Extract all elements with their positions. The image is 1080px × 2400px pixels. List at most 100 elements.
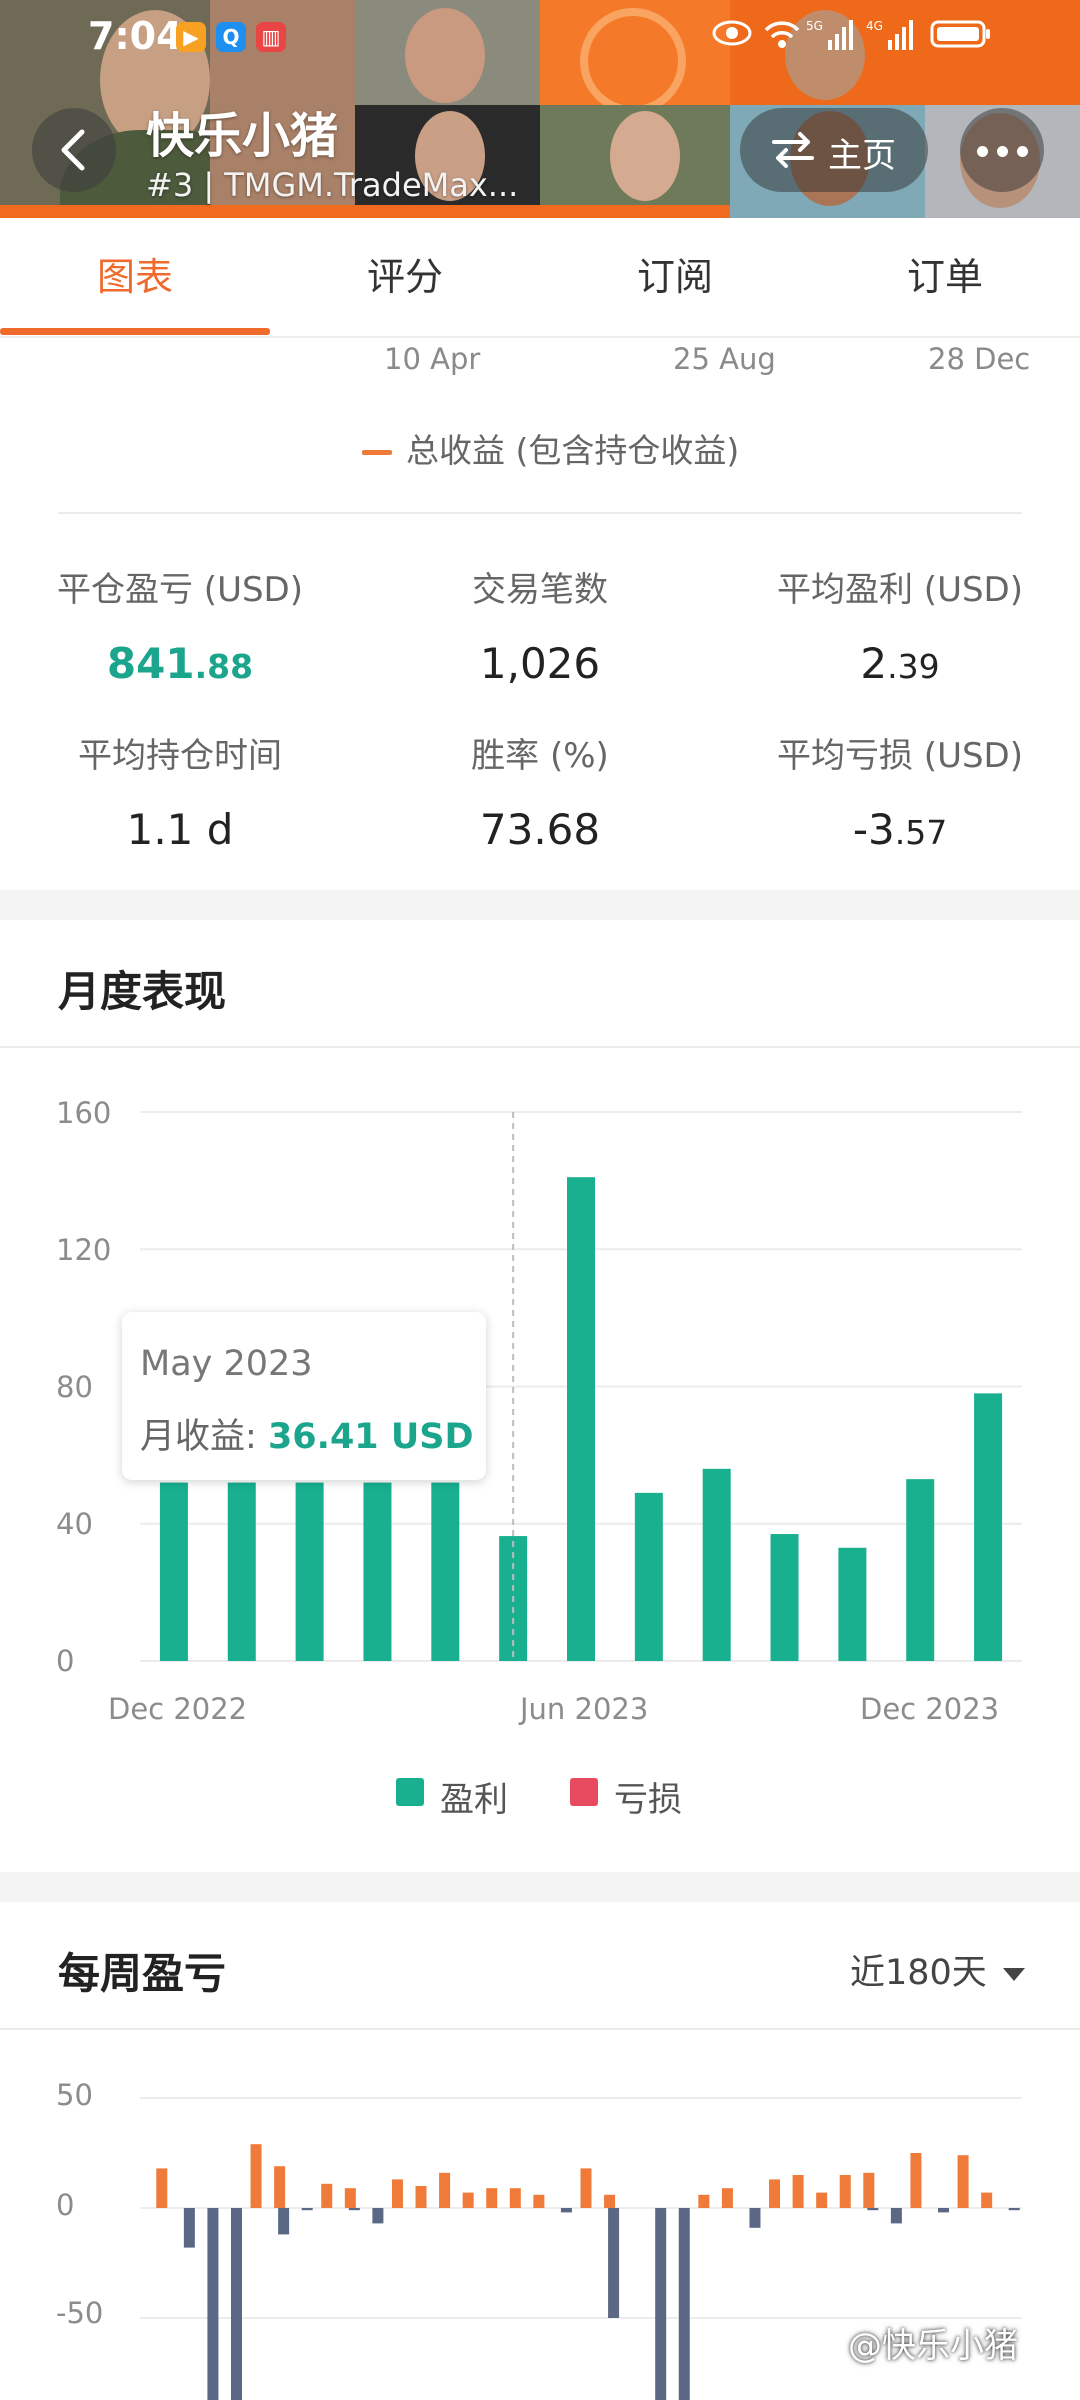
tooltip-month: May 2023 bbox=[140, 1344, 313, 1384]
weekly-profit-bar[interactable] bbox=[910, 2153, 922, 2208]
tooltip-value-row: 月收益: 36.41 USD bbox=[140, 1417, 474, 1457]
weekly-loss-bar[interactable] bbox=[678, 2208, 690, 2400]
eye-icon bbox=[712, 18, 752, 55]
weekly-loss-bar[interactable] bbox=[1008, 2208, 1020, 2211]
weekly-loss-bar[interactable] bbox=[348, 2208, 360, 2211]
monthly-bar[interactable] bbox=[567, 1177, 595, 1661]
weekly-loss-bar[interactable] bbox=[867, 2208, 879, 2211]
weekly-loss-bar[interactable] bbox=[207, 2208, 219, 2400]
avatar-tile bbox=[540, 0, 730, 105]
legend-loss-label: 亏损 bbox=[614, 1780, 682, 1820]
video-app-icon: ▶ bbox=[176, 22, 206, 52]
weekly-loss-bar[interactable] bbox=[230, 2208, 242, 2400]
tab-rating[interactable]: 评分 bbox=[270, 218, 540, 336]
weekly-profit-bar[interactable] bbox=[698, 2194, 710, 2208]
divider bbox=[0, 2028, 1080, 2030]
weekly-profit-bar[interactable] bbox=[439, 2172, 451, 2208]
weekly-loss-bar[interactable] bbox=[301, 2208, 313, 2211]
monthly-bar[interactable] bbox=[702, 1468, 731, 1661]
weekly-profit-bar[interactable] bbox=[391, 2179, 403, 2208]
profile-name: 快乐小猪 bbox=[146, 108, 339, 164]
stat-avg-profit: 平均盈利 (USD) 2.39 bbox=[720, 562, 1080, 688]
avatar-tile bbox=[540, 105, 730, 218]
monthly-bar[interactable] bbox=[906, 1479, 935, 1661]
weekly-profit-bar[interactable] bbox=[839, 2175, 851, 2208]
watermark: @快乐小猪 bbox=[848, 2326, 1018, 2366]
weekly-profit-bar[interactable] bbox=[462, 2192, 474, 2208]
search-app-icon: Q bbox=[216, 22, 246, 52]
stat-label: 胜率 (%) bbox=[471, 736, 609, 776]
stat-avg-hold-time: 平均持仓时间 1.1 d bbox=[0, 728, 360, 854]
weekly-loss-bar[interactable] bbox=[890, 2208, 902, 2224]
weekly-profit-bar[interactable] bbox=[816, 2192, 828, 2208]
profile-header: 7:04 ▶ Q ▥ 5G 4G 快乐小猪 #3 | TMGM.TradeMax… bbox=[0, 0, 1080, 218]
equity-x-tick: 28 Dec bbox=[928, 342, 1031, 376]
monthly-bar[interactable] bbox=[838, 1547, 867, 1661]
tab-subscribe[interactable]: 订阅 bbox=[540, 218, 810, 336]
tab-orders[interactable]: 订单 bbox=[810, 218, 1080, 336]
total-return-legend-label: 总收益 (包含持仓收益) bbox=[406, 431, 740, 470]
home-button[interactable]: 主页 bbox=[740, 108, 928, 192]
weekly-profit-bar[interactable] bbox=[604, 2194, 616, 2208]
monthly-bar[interactable] bbox=[159, 1482, 188, 1661]
weekly-profit-bar[interactable] bbox=[486, 2188, 498, 2208]
stat-label: 平仓盈亏 (USD) bbox=[57, 570, 303, 610]
legend-line-swatch bbox=[362, 450, 392, 455]
weekly-profit-bar[interactable] bbox=[863, 2172, 875, 2208]
weekly-profit-bar[interactable] bbox=[981, 2192, 993, 2208]
signal-4g-icon: 4G bbox=[866, 18, 914, 59]
monthly-bar[interactable] bbox=[227, 1482, 256, 1661]
stat-value: 1.1 d bbox=[126, 805, 234, 854]
monthly-bar[interactable] bbox=[634, 1492, 663, 1661]
active-tab-indicator bbox=[0, 328, 270, 335]
wifi-icon bbox=[762, 18, 802, 57]
more-button[interactable] bbox=[960, 108, 1044, 192]
weekly-title: 每周盈亏 bbox=[58, 1949, 227, 1998]
legend-profit-label: 盈利 bbox=[440, 1780, 508, 1820]
tab-chart[interactable]: 图表 bbox=[0, 218, 270, 336]
stat-win-rate: 胜率 (%) 73.68 bbox=[360, 728, 720, 854]
weekly-profit-bar[interactable] bbox=[533, 2194, 545, 2208]
weekly-profit-bar[interactable] bbox=[957, 2155, 969, 2208]
weekly-profit-bar[interactable] bbox=[792, 2175, 804, 2208]
weekly-loss-bar[interactable] bbox=[749, 2208, 761, 2228]
weekly-profit-bar[interactable] bbox=[580, 2168, 592, 2208]
x-tick-label: Dec 2022 bbox=[108, 1692, 248, 1726]
monthly-bar[interactable] bbox=[974, 1393, 1003, 1661]
stat-avg-loss: 平均亏损 (USD) -3.57 bbox=[720, 728, 1080, 854]
weekly-profit-bar[interactable] bbox=[274, 2166, 286, 2208]
monthly-bar[interactable] bbox=[770, 1534, 799, 1661]
divider bbox=[58, 512, 1022, 514]
weekly-loss-bar[interactable] bbox=[655, 2208, 667, 2400]
legend-loss-swatch bbox=[570, 1778, 598, 1806]
home-button-label: 主页 bbox=[828, 136, 896, 176]
weekly-profit-bar[interactable] bbox=[509, 2188, 521, 2208]
monthly-bar[interactable] bbox=[363, 1482, 392, 1661]
back-button[interactable] bbox=[32, 108, 116, 192]
weekly-loss-bar[interactable] bbox=[278, 2208, 290, 2235]
monthly-bar[interactable] bbox=[295, 1482, 324, 1661]
weekly-loss-bar[interactable] bbox=[560, 2208, 572, 2213]
weekly-profit-bar[interactable] bbox=[769, 2179, 781, 2208]
stat-value: 73.68 bbox=[479, 805, 601, 854]
weekly-profit-bar[interactable] bbox=[321, 2183, 333, 2208]
weekly-profit-bar[interactable] bbox=[721, 2188, 733, 2208]
stat-value: 1,026 bbox=[479, 639, 601, 688]
equity-x-tick: 25 Aug bbox=[673, 342, 776, 376]
range-dropdown[interactable]: 近180天 bbox=[850, 1944, 1025, 1995]
stat-value: -3.57 bbox=[852, 805, 948, 854]
tab-bar: 图表 评分 订阅 订单 bbox=[0, 218, 1080, 338]
section-gap bbox=[0, 890, 1080, 920]
weekly-loss-bar[interactable] bbox=[372, 2208, 384, 2224]
weekly-profit-bar[interactable] bbox=[415, 2186, 427, 2208]
weekly-profit-bar[interactable] bbox=[344, 2188, 356, 2208]
weekly-loss-bar[interactable] bbox=[183, 2208, 195, 2248]
monthly-bar[interactable] bbox=[431, 1482, 460, 1661]
stat-trade-count: 交易笔数 1,026 bbox=[360, 562, 720, 688]
weekly-profit-bar[interactable] bbox=[250, 2144, 262, 2208]
weekly-loss-bar[interactable] bbox=[938, 2208, 950, 2213]
battery-icon bbox=[930, 18, 992, 57]
weekly-profit-bar[interactable] bbox=[156, 2168, 168, 2208]
signal-5g-icon: 5G bbox=[806, 18, 854, 59]
weekly-loss-bar[interactable] bbox=[608, 2208, 620, 2318]
